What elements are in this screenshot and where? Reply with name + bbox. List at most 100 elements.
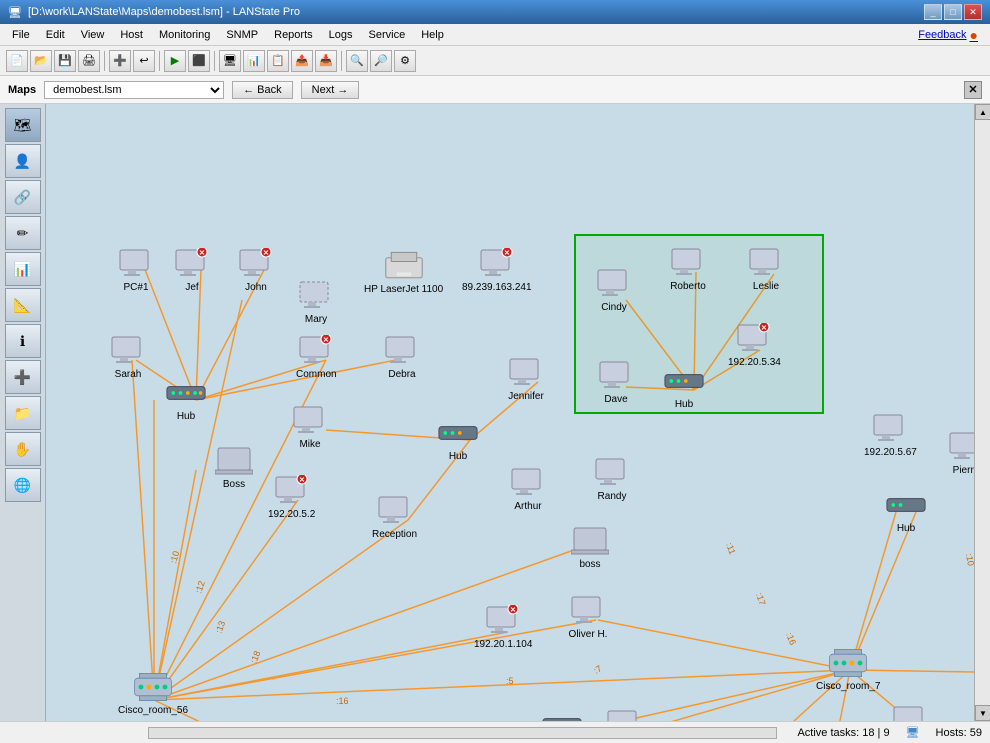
menu-edit[interactable]: Edit [38,27,73,43]
node-pc1[interactable]: PC#1 [116,247,156,293]
sep3 [214,51,215,71]
print-button[interactable]: 🖨 [78,50,100,72]
horizontal-scrollbar[interactable] [148,727,777,739]
node-reception[interactable]: Reception [372,494,417,540]
node-hub4[interactable]: Hub [886,488,926,534]
measure-tool-button[interactable]: 📐 [5,288,41,322]
maximize-button[interactable]: □ [944,4,962,20]
menu-snmp[interactable]: SNMP [218,27,266,43]
node-cindy[interactable]: Cindy [594,267,634,313]
close-button[interactable]: ✕ [964,4,982,20]
node-ip2[interactable]: ✕ 192.20.5.2 [268,474,315,520]
menu-monitoring[interactable]: Monitoring [151,27,218,43]
menu-view[interactable]: View [73,27,113,43]
search-button[interactable]: 🔍 [346,50,368,72]
node-cisco7[interactable]: Cisco_room_7 [816,646,880,692]
close-map-button[interactable]: ✕ [964,81,982,99]
scroll-down-button[interactable]: ▼ [975,705,990,721]
maps-dropdown[interactable]: demobest.lsm [44,81,224,99]
reports-button[interactable]: 📊 [243,50,265,72]
node-debra[interactable]: Debra [382,334,422,380]
node-ip3[interactable]: ✕ 192.20.5.34 [728,322,781,368]
zoom-button[interactable]: 🔎 [370,50,392,72]
node-ip4-label: 192.20.5.67 [864,447,917,458]
node-hub1[interactable]: Hub [166,376,206,422]
menu-service[interactable]: Service [361,27,414,43]
node-john[interactable]: ✕ John [236,247,276,293]
add-tool-button[interactable]: ➕ [5,360,41,394]
node-boss2-label: boss [579,559,600,570]
node-ip4[interactable]: 192.20.5.67 [864,412,917,458]
menu-reports[interactable]: Reports [266,27,321,43]
window-controls: _ □ ✕ [924,4,982,20]
node-chris[interactable]: Chris [890,704,930,721]
open-button[interactable]: 📂 [30,50,52,72]
node-randy[interactable]: Randy [592,456,632,502]
right-scrollbar[interactable]: ▲ ▼ [974,104,990,721]
scroll-up-button[interactable]: ▲ [975,104,990,120]
undo-button[interactable]: ↩ [133,50,155,72]
node-common[interactable]: ✕ Common [296,334,337,380]
link-tool-button[interactable]: 🔗 [5,180,41,214]
import-button[interactable]: 📥 [315,50,337,72]
settings-button[interactable]: ⚙ [394,50,416,72]
export-button[interactable]: 📤 [291,50,313,72]
canvas-area[interactable]: :10 :12 :13 :18 :16 :11 :17 :16 :2 :10 :… [46,104,974,721]
stop-button[interactable]: ⬛ [188,50,210,72]
node-hub5[interactable]: Hub [542,708,582,721]
node-hp-printer[interactable]: HP LaserJet 1100 [364,249,443,295]
feedback-icon: ● [970,27,978,43]
node-jef-label: Jef [185,282,198,293]
node-jennifer[interactable]: Jennifer [506,356,546,402]
svg-text:✕: ✕ [263,250,269,257]
menu-host[interactable]: Host [112,27,151,43]
node-hub3[interactable]: Hub [664,364,704,410]
node-boss[interactable]: Boss [214,444,254,490]
menu-help[interactable]: Help [413,27,452,43]
node-ip5[interactable]: ✕ 192.20.1.104 [474,604,532,650]
svg-text::13: :13 [213,620,227,635]
minimize-button[interactable]: _ [924,4,942,20]
svg-text::11: :11 [724,541,737,556]
svg-text::16: :16 [784,631,798,646]
start-button[interactable]: ▶ [164,50,186,72]
table-button[interactable]: 📋 [267,50,289,72]
node-dave[interactable]: Dave [596,359,636,405]
edit-tool-button[interactable]: ✏ [5,216,41,250]
svg-text::10: :10 [168,550,181,565]
save-button[interactable]: 💾 [54,50,76,72]
chart-tool-button[interactable]: 📊 [5,252,41,286]
node-hub2[interactable]: Hub [438,416,478,462]
node-oliverh[interactable]: Oliver H. [568,594,608,640]
next-button[interactable]: Next → [301,81,360,99]
node-bill[interactable]: Bill [604,708,644,721]
folder-tool-button[interactable]: 📁 [5,396,41,430]
node-mary[interactable]: Mary [296,279,336,325]
host-tool-button[interactable]: 👤 [5,144,41,178]
node-jef[interactable]: ✕ Jef [172,247,212,293]
node-arthur[interactable]: Arthur [508,466,548,512]
node-hub3-label: Hub [675,399,693,410]
back-button[interactable]: ← Back [232,81,293,99]
node-sarah[interactable]: Sarah [108,334,148,380]
node-boss2[interactable]: boss [570,524,610,570]
hosts-button[interactable]: 🖥 [219,50,241,72]
node-ip1[interactable]: ✕ 89.239.163.241 [462,247,532,293]
scroll-track[interactable] [975,120,990,705]
node-pierre[interactable]: Pierre [946,430,974,476]
menu-logs[interactable]: Logs [321,27,361,43]
add-button[interactable]: ➕ [109,50,131,72]
select-tool-button[interactable]: 🗺 [5,108,41,142]
info-tool-button[interactable]: ℹ [5,324,41,358]
new-button[interactable]: 📄 [6,50,28,72]
node-mike[interactable]: Mike [290,404,330,450]
node-hub4-label: Hub [897,523,915,534]
svg-text::10: :10 [964,553,974,567]
node-leslie[interactable]: Leslie [746,246,786,292]
feedback-link[interactable]: Feedback ● [918,27,986,43]
node-roberto[interactable]: Roberto [668,246,708,292]
node-cisco56[interactable]: Cisco_room_56 [118,670,188,716]
menu-file[interactable]: File [4,27,38,43]
hand-tool-button[interactable]: ✋ [5,432,41,466]
globe-tool-button[interactable]: 🌐 [5,468,41,502]
